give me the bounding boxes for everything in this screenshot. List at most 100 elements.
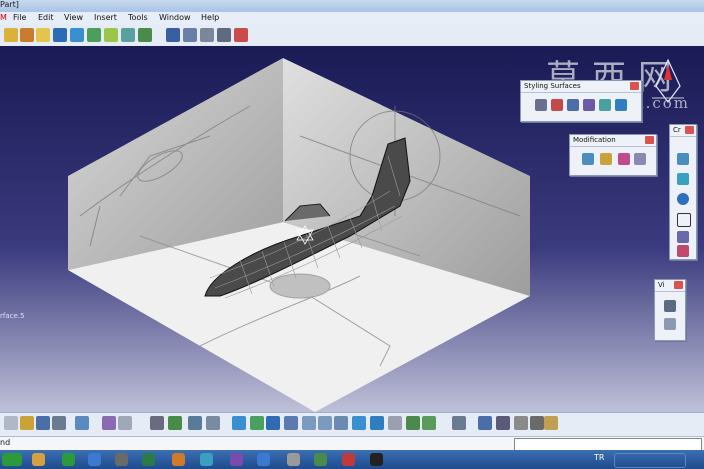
taskbar-app-icon[interactable] <box>370 453 383 466</box>
analysis-tool-icon[interactable] <box>217 28 231 42</box>
taskbar-app-icon[interactable] <box>230 453 243 466</box>
fit-all-icon[interactable] <box>250 416 264 430</box>
compass-icon[interactable] <box>648 58 688 108</box>
curve-icon[interactable] <box>677 153 689 165</box>
taskbar-app-icon[interactable] <box>88 453 101 466</box>
close-icon[interactable] <box>645 136 654 144</box>
analysis-tool-icon[interactable] <box>234 28 248 42</box>
formula-icon[interactable] <box>102 416 116 430</box>
3d-viewport[interactable]: 莫西网 www.3dmox.com rface.5 Styling Surfac… <box>0 46 704 412</box>
new-icon[interactable] <box>4 416 18 430</box>
surface-icon[interactable] <box>677 245 689 257</box>
top-toolbar <box>0 25 704 47</box>
zoom-in-icon[interactable] <box>302 416 316 430</box>
iso-view-icon[interactable] <box>370 416 384 430</box>
surface-icon[interactable] <box>567 99 579 111</box>
menu-insert[interactable]: Insert <box>94 13 117 22</box>
taskbar-app-icon[interactable] <box>115 453 128 466</box>
language-indicator[interactable]: TR <box>594 453 604 462</box>
menu-bar: M File Edit View Insert Tools Window Hel… <box>0 12 704 25</box>
close-icon[interactable] <box>630 82 639 90</box>
part-icon[interactable] <box>188 416 202 430</box>
open-icon[interactable] <box>20 416 34 430</box>
taskbar-app-icon[interactable] <box>314 453 327 466</box>
surface-tool-icon[interactable] <box>70 28 84 42</box>
surface-icon[interactable] <box>599 99 611 111</box>
blend-tool-icon[interactable] <box>104 28 118 42</box>
measure-icon[interactable] <box>452 416 466 430</box>
analysis-tool-icon[interactable] <box>166 28 180 42</box>
close-icon[interactable] <box>685 126 694 134</box>
taskbar-app-icon[interactable] <box>142 453 155 466</box>
view-icon[interactable] <box>664 300 676 312</box>
curve-tool-icon[interactable] <box>4 28 18 42</box>
sensor-icon[interactable] <box>530 416 544 430</box>
spline-tool-icon[interactable] <box>36 28 50 42</box>
start-button[interactable] <box>2 453 22 466</box>
menu-window[interactable]: Window <box>159 13 191 22</box>
hide-show-icon[interactable] <box>388 416 402 430</box>
surface-icon[interactable] <box>583 99 595 111</box>
sphere-icon[interactable] <box>677 193 689 205</box>
pan-icon[interactable] <box>266 416 280 430</box>
menu-view[interactable]: View <box>64 13 83 22</box>
surface-icon[interactable] <box>615 99 627 111</box>
analysis-tool-icon[interactable] <box>200 28 214 42</box>
swap-visible-icon[interactable] <box>422 416 436 430</box>
normal-view-icon[interactable] <box>334 416 348 430</box>
menu-help[interactable]: Help <box>201 13 219 22</box>
menu-edit[interactable]: Edit <box>38 13 54 22</box>
rotate-icon[interactable] <box>284 416 298 430</box>
view-icon[interactable] <box>664 318 676 330</box>
layers-tool-icon[interactable] <box>138 28 152 42</box>
fill-tool-icon[interactable] <box>121 28 135 42</box>
command-label: nd <box>0 438 11 447</box>
sensor-icon[interactable] <box>496 416 510 430</box>
taskbar-app-icon[interactable] <box>62 453 75 466</box>
menu-tools[interactable]: Tools <box>128 13 148 22</box>
sensor-icon[interactable] <box>514 416 528 430</box>
curve-tool-icon[interactable] <box>20 28 34 42</box>
taskbar-app-icon[interactable] <box>342 453 355 466</box>
modification-title: Modification <box>570 135 656 147</box>
plane-icon[interactable] <box>677 173 689 185</box>
taskbar-app-icon[interactable] <box>287 453 300 466</box>
taskbar-app-icon[interactable] <box>32 453 45 466</box>
close-icon[interactable] <box>674 281 683 289</box>
menu-file[interactable]: File <box>13 13 26 22</box>
view-panel-title: Vi <box>655 280 685 292</box>
system-tray[interactable] <box>614 453 686 468</box>
tree-icon[interactable] <box>168 416 182 430</box>
surface-icon[interactable] <box>535 99 547 111</box>
modify-icon[interactable] <box>634 153 646 165</box>
table-icon[interactable] <box>150 416 164 430</box>
help-icon[interactable] <box>75 416 89 430</box>
surface-icon[interactable] <box>551 99 563 111</box>
create-panel: Cr <box>669 124 697 260</box>
save-icon[interactable] <box>36 416 50 430</box>
comment-icon[interactable] <box>118 416 132 430</box>
window-title: Part] <box>0 0 19 9</box>
taskbar-app-icon[interactable] <box>172 453 185 466</box>
part-icon[interactable] <box>206 416 220 430</box>
multi-view-icon[interactable] <box>352 416 366 430</box>
windows-taskbar: TR <box>0 450 704 469</box>
fly-icon[interactable] <box>232 416 246 430</box>
app-menu-icon[interactable]: M <box>0 13 7 22</box>
rectangle-icon[interactable] <box>677 213 691 227</box>
measure-icon[interactable] <box>478 416 492 430</box>
cylinder-icon[interactable] <box>677 231 689 243</box>
surface-tool-icon[interactable] <box>53 28 67 42</box>
patch-tool-icon[interactable] <box>87 28 101 42</box>
modify-icon[interactable] <box>600 153 612 165</box>
analysis-tool-icon[interactable] <box>183 28 197 42</box>
print-icon[interactable] <box>52 416 66 430</box>
taskbar-app-icon[interactable] <box>200 453 213 466</box>
photo-icon[interactable] <box>544 416 558 430</box>
modify-icon[interactable] <box>618 153 630 165</box>
zoom-out-icon[interactable] <box>318 416 332 430</box>
modify-icon[interactable] <box>582 153 594 165</box>
bottom-toolbar <box>0 412 704 437</box>
swap-visible-icon[interactable] <box>406 416 420 430</box>
taskbar-app-icon[interactable] <box>257 453 270 466</box>
